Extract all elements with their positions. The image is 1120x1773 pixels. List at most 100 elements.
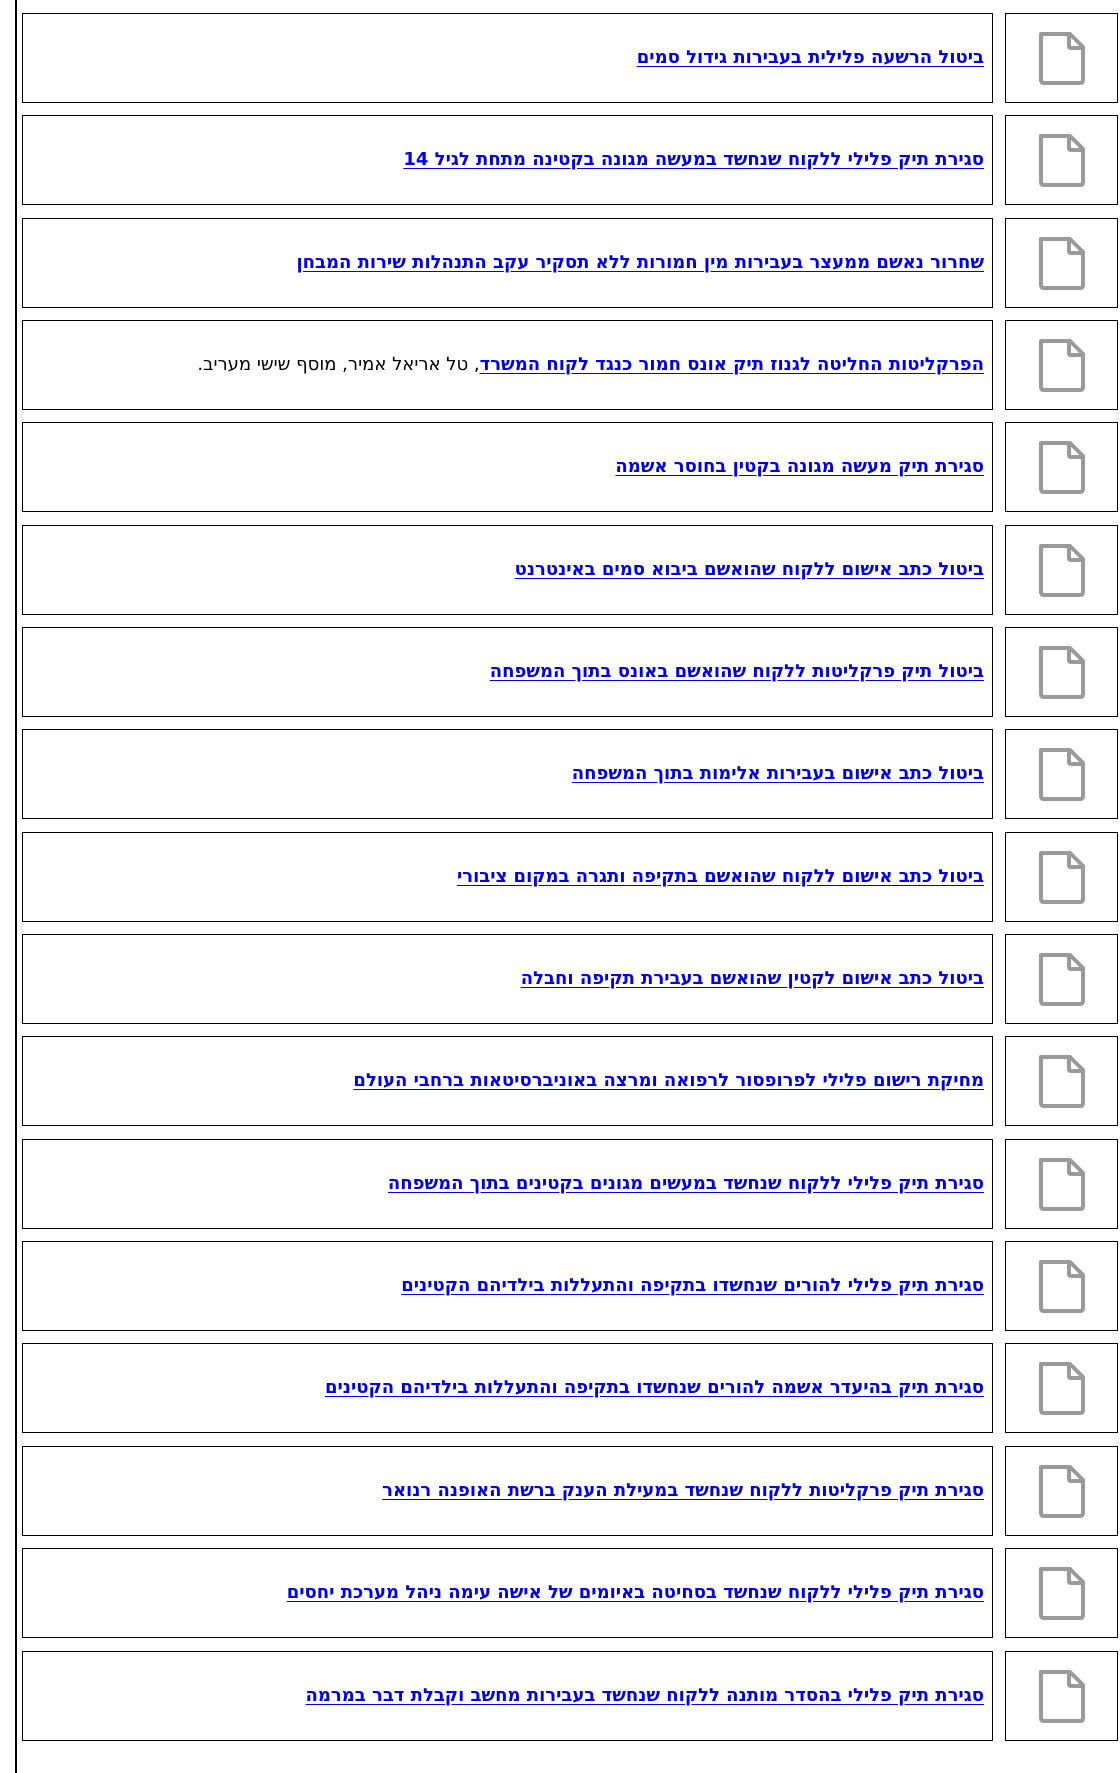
article-text: ביטול כתב אישום ללקוח שהואשם בתקיפה ותגר… [31,865,984,889]
article-text: סגירת תיק פלילי ללקוח שנחשד בסחיטה באיומ… [31,1581,984,1605]
article-icon-cell[interactable] [1005,217,1118,308]
article-text: ביטול כתב אישום ללקוח שהואשם ביבוא סמים … [31,558,984,582]
article-icon-cell[interactable] [1005,524,1118,615]
document-icon [1038,543,1085,597]
article-link[interactable]: סגירת תיק בהיעדר אשמה להורים שנחשדו בתקי… [325,1377,984,1398]
article-text-cell: סגירת תיק פלילי ללקוח שנחשד במעשים מגוני… [22,1138,993,1229]
article-icon-cell[interactable] [1005,1343,1118,1434]
article-link[interactable]: ביטול תיק פרקליטות ללקוח שהואשם באונס בת… [490,661,984,682]
document-icon [1038,134,1085,188]
article-icon-cell[interactable] [1005,320,1118,411]
article-icon-cell[interactable] [1005,13,1118,103]
list-item: סגירת תיק מעשה מגונה בקטין בחוסר אשמה [22,422,1118,513]
article-icon-cell[interactable] [1005,729,1118,820]
article-icon-cell[interactable] [1005,1036,1118,1127]
document-icon [1038,1567,1085,1621]
list-item: סגירת תיק פרקליטות ללקוח שנחשד במעילת הע… [22,1445,1118,1536]
article-text: ביטול תיק פרקליטות ללקוח שהואשם באונס בת… [31,660,984,684]
article-list: ביטול הרשעה פלילית בעבירות גידול סמים סג… [22,13,1118,1741]
article-text-cell: ביטול כתב אישום לקטין שהואשם בעבירת תקיפ… [22,934,993,1025]
article-text: סגירת תיק פלילי ללקוח שנחשד במעשים מגוני… [31,1172,984,1196]
document-icon [1038,1669,1085,1723]
article-text-cell: שחרור נאשם ממעצר בעבירות מין חמורות ללא … [22,217,993,308]
article-text: הפרקליטות החליטה לגנוז תיק אונס חמור כנג… [31,353,984,377]
list-item: סגירת תיק פלילי ללקוח שנחשד במעשים מגוני… [22,1138,1118,1229]
article-icon-cell[interactable] [1005,1241,1118,1332]
document-icon [1038,646,1085,700]
article-text: מחיקת רישום פלילי לפרופסור לרפואה ומרצה … [31,1069,984,1093]
article-text-cell: ביטול כתב אישום בעבירות אלימות בתוך המשפ… [22,729,993,820]
article-icon-cell[interactable] [1005,831,1118,922]
article-link[interactable]: ביטול כתב אישום ללקוח שהואשם בתקיפה ותגר… [457,866,984,887]
article-text: סגירת תיק בהיעדר אשמה להורים שנחשדו בתקי… [31,1376,984,1400]
article-text: ביטול כתב אישום לקטין שהואשם בעבירת תקיפ… [31,967,984,991]
list-item: מחיקת רישום פלילי לפרופסור לרפואה ומרצה … [22,1036,1118,1127]
article-icon-cell[interactable] [1005,115,1118,206]
article-icon-cell[interactable] [1005,1650,1118,1741]
article-text-cell: סגירת תיק פלילי ללקוח שנחשד בסחיטה באיומ… [22,1548,993,1639]
document-icon [1038,850,1085,904]
article-link[interactable]: שחרור נאשם ממעצר בעבירות מין חמורות ללא … [296,252,984,273]
article-text: ביטול כתב אישום בעבירות אלימות בתוך המשפ… [31,762,984,786]
article-link[interactable]: הפרקליטות החליטה לגנוז תיק אונס חמור כנג… [480,354,984,375]
article-text: שחרור נאשם ממעצר בעבירות מין חמורות ללא … [31,251,984,275]
article-link[interactable]: מחיקת רישום פלילי לפרופסור לרפואה ומרצה … [353,1070,984,1091]
document-icon [1038,441,1085,495]
list-item: ביטול כתב אישום בעבירות אלימות בתוך המשפ… [22,729,1118,820]
document-icon [1038,1055,1085,1109]
article-text: סגירת תיק פלילי בהסדר מותנה ללקוח שנחשד … [31,1684,984,1708]
article-text-cell: סגירת תיק פלילי בהסדר מותנה ללקוח שנחשד … [22,1650,993,1741]
article-text-cell: סגירת תיק פלילי ללקוח שנחשד במעשה מגונה … [22,115,993,206]
article-icon-cell[interactable] [1005,422,1118,513]
article-link[interactable]: סגירת תיק פלילי ללקוח שנחשד במעשה מגונה … [403,149,984,170]
article-text-cell: ביטול הרשעה פלילית בעבירות גידול סמים [22,13,993,103]
document-icon [1038,32,1085,85]
article-icon-cell[interactable] [1005,627,1118,718]
article-text-cell: ביטול כתב אישום ללקוח שהואשם ביבוא סמים … [22,524,993,615]
article-text: סגירת תיק פרקליטות ללקוח שנחשד במעילת הע… [31,1479,984,1503]
article-icon-cell[interactable] [1005,1138,1118,1229]
article-link[interactable]: ביטול כתב אישום לקטין שהואשם בעבירת תקיפ… [521,968,984,989]
list-item: ביטול כתב אישום ללקוח שהואשם בתקיפה ותגר… [22,831,1118,922]
article-link[interactable]: סגירת תיק פלילי ללקוח שנחשד בסחיטה באיומ… [287,1582,984,1603]
article-text-cell: ביטול כתב אישום ללקוח שהואשם בתקיפה ותגר… [22,831,993,922]
document-icon [1038,236,1085,290]
article-link[interactable]: סגירת תיק פלילי ללקוח שנחשד במעשים מגוני… [388,1173,984,1194]
article-link[interactable]: ביטול כתב אישום ללקוח שהואשם ביבוא סמים … [515,559,984,580]
article-text-cell: סגירת תיק בהיעדר אשמה להורים שנחשדו בתקי… [22,1343,993,1434]
list-item: ביטול הרשעה פלילית בעבירות גידול סמים [22,13,1118,103]
article-text: סגירת תיק מעשה מגונה בקטין בחוסר אשמה [31,455,984,479]
document-icon [1038,748,1085,802]
article-text-cell: סגירת תיק מעשה מגונה בקטין בחוסר אשמה [22,422,993,513]
list-item: ביטול תיק פרקליטות ללקוח שהואשם באונס בת… [22,627,1118,718]
list-item: סגירת תיק בהיעדר אשמה להורים שנחשדו בתקי… [22,1343,1118,1434]
article-text-cell: מחיקת רישום פלילי לפרופסור לרפואה ומרצה … [22,1036,993,1127]
document-icon [1038,1464,1085,1518]
article-link[interactable]: סגירת תיק פלילי בהסדר מותנה ללקוח שנחשד … [305,1685,984,1706]
article-text: סגירת תיק פלילי ללקוח שנחשד במעשה מגונה … [31,148,984,172]
list-item: סגירת תיק פלילי ללקוח שנחשד במעשה מגונה … [22,115,1118,206]
list-item: ביטול כתב אישום ללקוח שהואשם ביבוא סמים … [22,524,1118,615]
article-icon-cell[interactable] [1005,1548,1118,1639]
list-item: הפרקליטות החליטה לגנוז תיק אונס חמור כנג… [22,320,1118,411]
document-icon [1038,1362,1085,1416]
article-icon-cell[interactable] [1005,1445,1118,1536]
list-item: ביטול כתב אישום לקטין שהואשם בעבירת תקיפ… [22,934,1118,1025]
article-link[interactable]: סגירת תיק פלילי להורים שנחשדו בתקיפה והת… [401,1275,984,1296]
document-icon [1038,953,1085,1007]
article-link[interactable]: ביטול הרשעה פלילית בעבירות גידול סמים [637,47,984,68]
article-link[interactable]: סגירת תיק מעשה מגונה בקטין בחוסר אשמה [615,456,984,477]
left-border-line [15,0,17,1773]
list-item: סגירת תיק פלילי בהסדר מותנה ללקוח שנחשד … [22,1650,1118,1741]
article-text-cell: סגירת תיק פלילי להורים שנחשדו בתקיפה והת… [22,1241,993,1332]
article-link[interactable]: סגירת תיק פרקליטות ללקוח שנחשד במעילת הע… [382,1480,984,1501]
article-link[interactable]: ביטול כתב אישום בעבירות אלימות בתוך המשפ… [572,763,984,784]
document-icon [1038,339,1085,393]
article-text-cell: סגירת תיק פרקליטות ללקוח שנחשד במעילת הע… [22,1445,993,1536]
list-item: שחרור נאשם ממעצר בעבירות מין חמורות ללא … [22,217,1118,308]
document-icon [1038,1157,1085,1211]
article-icon-cell[interactable] [1005,934,1118,1025]
article-text-cell: הפרקליטות החליטה לגנוז תיק אונס חמור כנג… [22,320,993,411]
list-item: סגירת תיק פלילי ללקוח שנחשד בסחיטה באיומ… [22,1548,1118,1639]
article-text-cell: ביטול תיק פרקליטות ללקוח שהואשם באונס בת… [22,627,993,718]
